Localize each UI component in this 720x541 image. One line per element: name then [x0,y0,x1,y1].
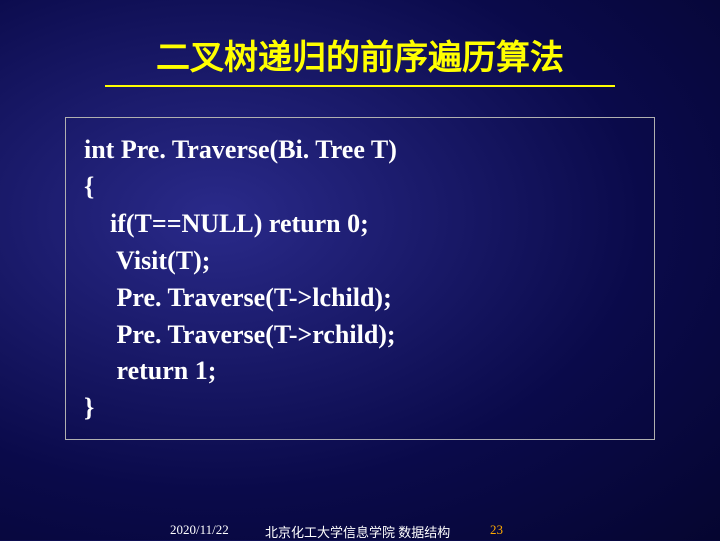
title-underline [105,85,615,87]
code-line-6: Pre. Traverse(T->rchild); [84,317,636,354]
code-line-1: int Pre. Traverse(Bi. Tree T) [84,132,636,169]
code-line-7: return 1; [84,353,636,390]
code-line-2: { [84,169,636,206]
code-box: int Pre. Traverse(Bi. Tree T) { if(T==NU… [65,117,655,440]
footer-date: 2020/11/22 [170,522,229,538]
code-line-4: Visit(T); [84,243,636,280]
code-line-3: if(T==NULL) return 0; [84,206,636,243]
code-line-8: } [84,390,636,427]
slide-title: 二叉树递归的前序遍历算法 [0,0,720,83]
code-line-5: Pre. Traverse(T->lchild); [84,280,636,317]
footer-center: 北京化工大学信息学院 数据结构 [265,522,450,541]
footer-page-number: 23 [490,522,503,538]
